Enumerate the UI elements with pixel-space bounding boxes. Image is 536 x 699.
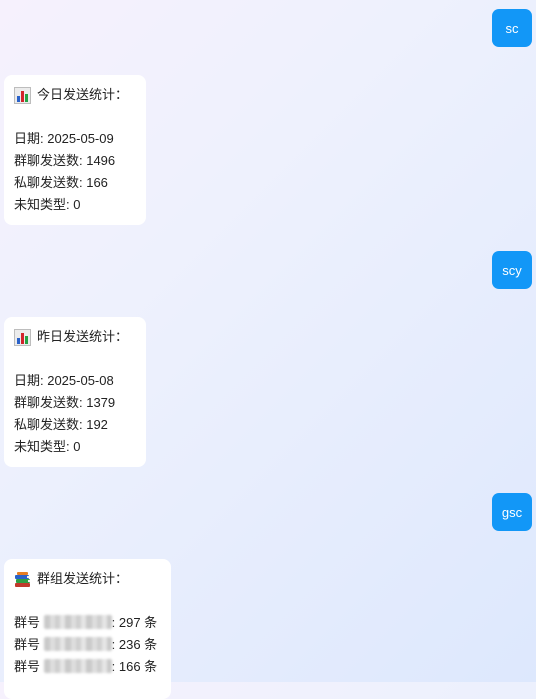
- chat-area: sc 今日发送统计： 日期: 2025-05-09 群聊发送数: 1496 私聊…: [0, 0, 536, 699]
- group-stat-row: 群号 : 236 条: [14, 634, 161, 656]
- user-message-scy[interactable]: scy: [492, 251, 532, 289]
- bar-chart-icon: [14, 328, 31, 346]
- group-id-label: 群号: [14, 615, 41, 630]
- redacted-group-id: [43, 615, 112, 629]
- books-icon: [15, 571, 30, 587]
- header-text: 今日发送统计：: [37, 87, 129, 102]
- stat-group-sent: 群聊发送数: 1379: [14, 395, 116, 410]
- stat-private-sent: 私聊发送数: 166: [14, 175, 108, 190]
- bot-message-yesterday-stats: 昨日发送统计： 日期: 2025-05-08 群聊发送数: 1379 私聊发送数…: [4, 317, 146, 467]
- stat-date: 日期: 2025-05-08: [14, 373, 114, 388]
- header-text: 群组发送统计：: [37, 571, 129, 586]
- stat-private-sent: 私聊发送数: 192: [14, 417, 108, 432]
- bar-chart-icon: [14, 86, 31, 104]
- group-id-label: 群号: [14, 659, 41, 674]
- bot-message-today-stats: 今日发送统计： 日期: 2025-05-09 群聊发送数: 1496 私聊发送数…: [4, 75, 146, 225]
- stat-unknown-type: 未知类型: 0: [14, 197, 81, 212]
- header-text: 昨日发送统计：: [37, 329, 129, 344]
- redacted-group-id: [43, 637, 112, 651]
- user-message-text: scy: [502, 262, 522, 278]
- bot-message-group-stats: 群组发送统计： 群号 : 297 条 群号 : 236 条 群号 : 166 条: [4, 559, 171, 699]
- group-message-count: : 236 条: [111, 637, 158, 652]
- stat-date: 日期: 2025-05-09: [14, 131, 114, 146]
- redacted-group-id: [43, 659, 112, 673]
- message-header: 群组发送统计：: [14, 568, 161, 590]
- message-header: 今日发送统计：: [14, 84, 136, 106]
- user-message-text: sc: [505, 20, 519, 36]
- group-stat-row: 群号 : 166 条: [14, 656, 161, 678]
- group-stat-row: 群号 : 297 条: [14, 612, 161, 634]
- stat-group-sent: 群聊发送数: 1496: [14, 153, 116, 168]
- group-id-label: 群号: [14, 637, 41, 652]
- group-message-count: : 166 条: [111, 659, 158, 674]
- group-message-count: : 297 条: [111, 615, 158, 630]
- message-header: 昨日发送统计：: [14, 326, 136, 348]
- user-message-text: gsc: [501, 504, 523, 520]
- stat-unknown-type: 未知类型: 0: [14, 439, 81, 454]
- user-message-sc[interactable]: sc: [492, 9, 532, 47]
- user-message-gsc[interactable]: gsc: [492, 493, 532, 531]
